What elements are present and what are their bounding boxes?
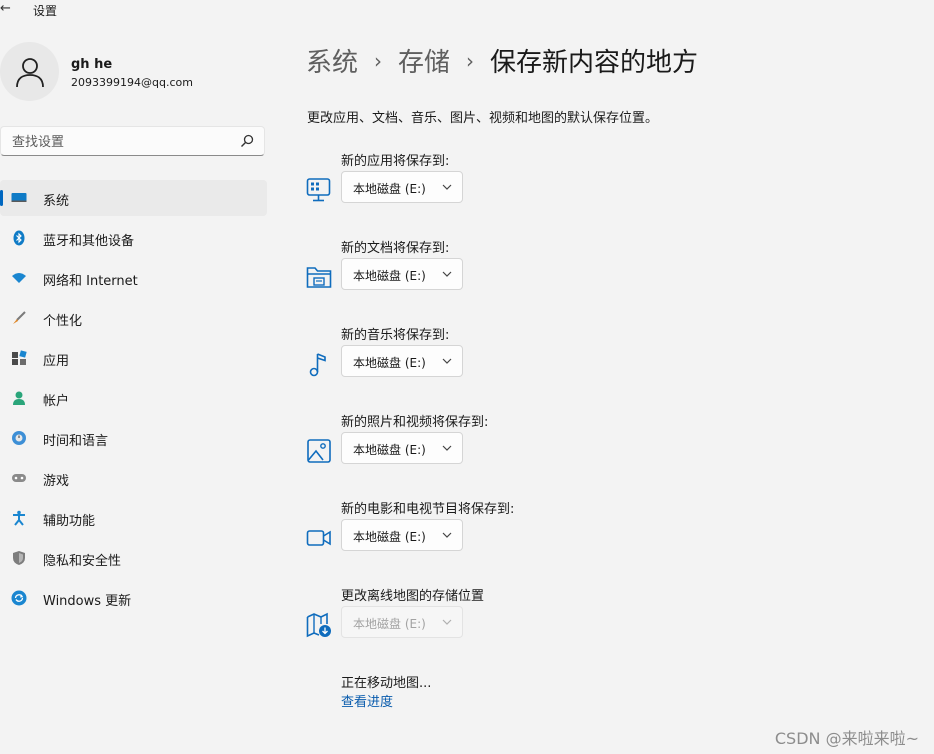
setting-new-documents: 新的文档将保存到: 本地磁盘 (E:) xyxy=(306,237,626,307)
gamepad-icon xyxy=(12,474,26,482)
sidebar-nav: 系统 蓝牙和其他设备 网络和 Internet 个性化 应用 帐户 时间和语言 … xyxy=(0,180,267,620)
sidebar-item-system[interactable]: 系统 xyxy=(0,180,267,216)
apps-save-icon xyxy=(306,178,331,202)
sidebar-item-label: 辅助功能 xyxy=(43,514,96,529)
sidebar-item-label: 隐私和安全性 xyxy=(43,554,122,569)
breadcrumb: 系统 › 存储 › 保存新内容的地方 xyxy=(306,42,698,82)
account-icon xyxy=(13,391,25,405)
setting-label: 新的照片和视频将保存到: xyxy=(341,415,489,430)
setting-label: 新的电影和电视节目将保存到: xyxy=(341,502,515,517)
breadcrumb-storage[interactable]: 存储 xyxy=(398,48,450,78)
sidebar-item-accounts[interactable]: 帐户 xyxy=(0,380,267,416)
shield-icon xyxy=(13,551,25,565)
title-bar: ← 设置 xyxy=(0,0,934,20)
search-box[interactable] xyxy=(0,126,265,156)
sidebar-item-gaming[interactable]: 游戏 xyxy=(0,460,267,496)
setting-label: 新的应用将保存到: xyxy=(341,154,450,169)
dropdown-value: 本地磁盘 (E:) xyxy=(353,356,426,370)
setting-label: 更改离线地图的存储位置 xyxy=(341,589,485,604)
brush-icon xyxy=(13,311,26,324)
sidebar-item-label: Windows 更新 xyxy=(43,594,132,609)
back-arrow-icon[interactable]: ← xyxy=(0,1,11,16)
sidebar-item-privacy[interactable]: 隐私和安全性 xyxy=(0,540,267,576)
search-input[interactable] xyxy=(10,132,234,152)
moving-maps-status: 正在移动地图... xyxy=(341,676,432,691)
apps-location-dropdown[interactable]: 本地磁盘 (E:) xyxy=(341,171,463,203)
dropdown-value: 本地磁盘 (E:) xyxy=(353,443,426,457)
wifi-icon xyxy=(12,273,26,283)
setting-new-movies-tv: 新的电影和电视节目将保存到: 本地磁盘 (E:) xyxy=(306,498,626,568)
sidebar-item-label: 系统 xyxy=(43,194,70,209)
chevron-down-icon xyxy=(442,532,452,538)
sidebar-item-personalization[interactable]: 个性化 xyxy=(0,300,267,336)
apps-icon xyxy=(12,350,27,365)
photos-location-dropdown[interactable]: 本地磁盘 (E:) xyxy=(341,432,463,464)
breadcrumb-system[interactable]: 系统 xyxy=(306,48,358,78)
dropdown-value: 本地磁盘 (E:) xyxy=(353,269,426,283)
sidebar-item-network[interactable]: 网络和 Internet xyxy=(0,260,267,296)
avatar[interactable] xyxy=(0,42,59,101)
setting-new-music: 新的音乐将保存到: 本地磁盘 (E:) xyxy=(306,324,626,394)
chevron-down-icon xyxy=(442,445,452,451)
movies-location-dropdown[interactable]: 本地磁盘 (E:) xyxy=(341,519,463,551)
sidebar-item-label: 时间和语言 xyxy=(43,434,109,449)
globe-clock-icon xyxy=(12,431,26,445)
chevron-down-icon xyxy=(442,271,452,277)
dropdown-value: 本地磁盘 (E:) xyxy=(353,182,426,196)
chevron-down-icon xyxy=(442,184,452,190)
page-title: 保存新内容的地方 xyxy=(490,48,699,78)
chevron-right-icon: › xyxy=(374,49,383,73)
bluetooth-icon xyxy=(13,230,25,246)
map-download-icon xyxy=(306,612,331,638)
search-icon[interactable] xyxy=(240,134,254,148)
user-email: 2093399194@qq.com xyxy=(71,76,193,89)
music-location-dropdown[interactable]: 本地磁盘 (E:) xyxy=(341,345,463,377)
chevron-down-icon xyxy=(442,619,452,625)
monitor-icon xyxy=(11,193,27,202)
setting-label: 新的音乐将保存到: xyxy=(341,328,450,343)
setting-new-apps: 新的应用将保存到: 本地磁盘 (E:) xyxy=(306,150,626,220)
sidebar-item-time-language[interactable]: 时间和语言 xyxy=(0,420,267,456)
view-progress-link[interactable]: 查看进度 xyxy=(341,691,393,710)
documents-location-dropdown[interactable]: 本地磁盘 (E:) xyxy=(341,258,463,290)
sidebar-item-label: 网络和 Internet xyxy=(43,274,138,289)
sidebar-item-apps[interactable]: 应用 xyxy=(0,340,267,376)
sidebar-item-bluetooth[interactable]: 蓝牙和其他设备 xyxy=(0,220,267,256)
sidebar-item-label: 个性化 xyxy=(43,314,83,329)
maps-location-dropdown: 本地磁盘 (E:) xyxy=(341,606,463,638)
dropdown-value: 本地磁盘 (E:) xyxy=(353,530,426,544)
watermark: CSDN @来啦来啦~ xyxy=(774,729,919,748)
photo-icon xyxy=(307,439,331,463)
setting-new-photos-videos: 新的照片和视频将保存到: 本地磁盘 (E:) xyxy=(306,411,626,481)
video-camera-icon xyxy=(306,530,331,546)
dropdown-value: 本地磁盘 (E:) xyxy=(353,617,426,631)
sidebar-item-accessibility[interactable]: 辅助功能 xyxy=(0,500,267,536)
sidebar-item-label: 游戏 xyxy=(43,474,70,489)
user-name: gh he xyxy=(71,57,113,72)
music-note-icon xyxy=(309,353,326,377)
sidebar-item-label: 应用 xyxy=(43,354,70,369)
setting-label: 新的文档将保存到: xyxy=(341,241,450,256)
chevron-down-icon xyxy=(442,358,452,364)
update-icon xyxy=(11,590,27,606)
chevron-right-icon: › xyxy=(466,49,475,73)
window-title: 设置 xyxy=(33,4,58,18)
accessibility-icon xyxy=(13,510,25,526)
sidebar-item-label: 帐户 xyxy=(43,394,70,409)
setting-offline-maps: 更改离线地图的存储位置 本地磁盘 (E:) xyxy=(306,585,626,655)
person-icon xyxy=(15,57,44,87)
sidebar-item-label: 蓝牙和其他设备 xyxy=(43,234,135,249)
folder-icon xyxy=(306,267,332,288)
page-description: 更改应用、文档、音乐、图片、视频和地图的默认保存位置。 xyxy=(307,111,659,126)
sidebar-item-windows-update[interactable]: Windows 更新 xyxy=(0,580,267,616)
